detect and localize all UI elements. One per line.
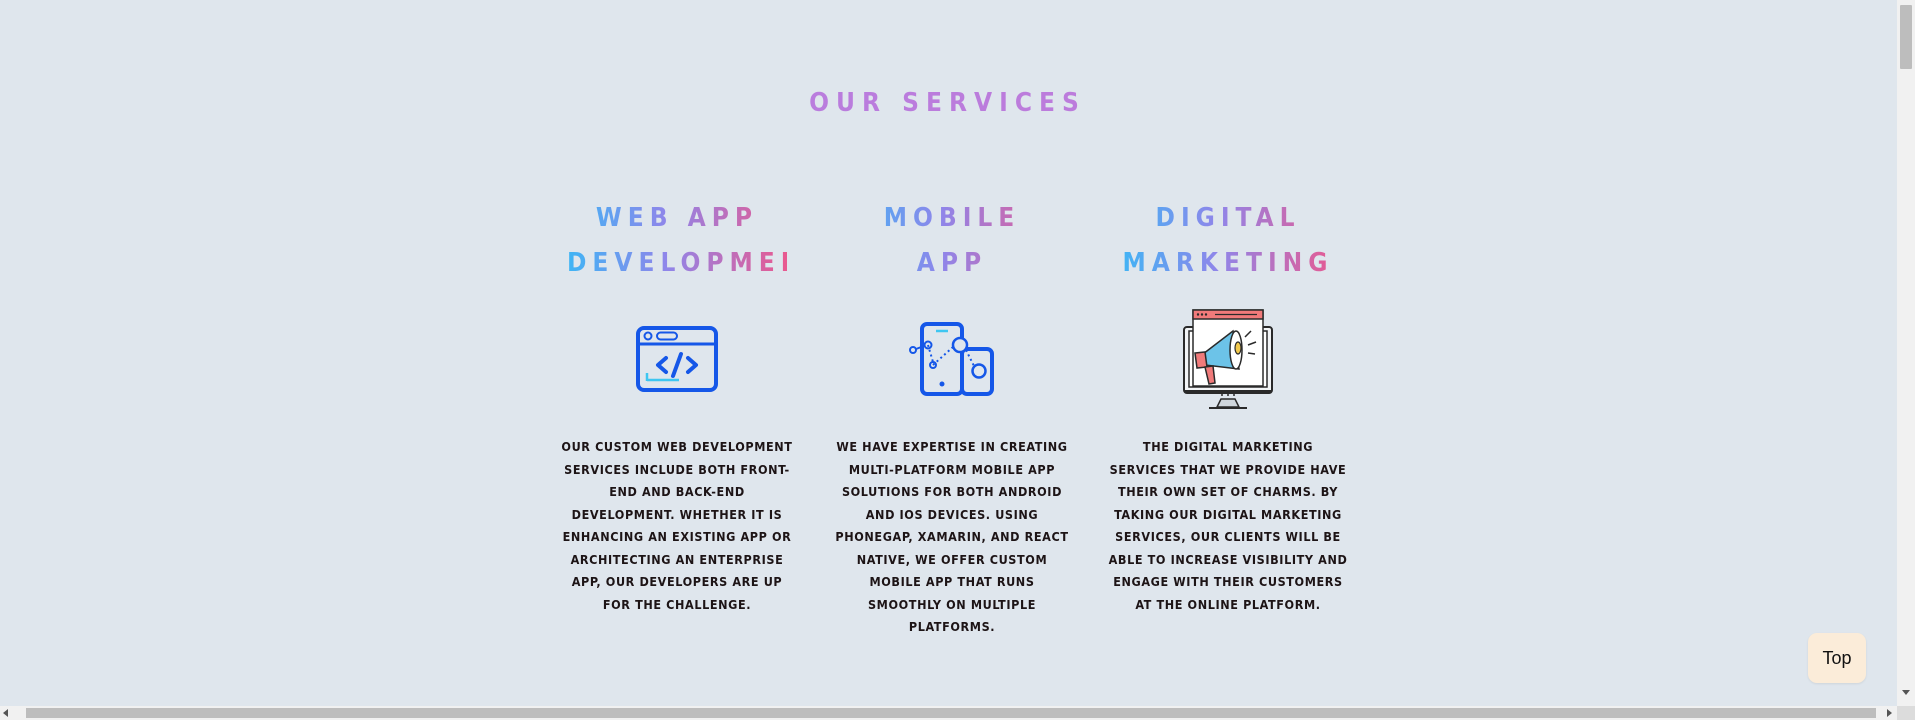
section-title: OUR SERVICES <box>0 88 1895 118</box>
scroll-down-arrow-icon[interactable] <box>1902 690 1910 695</box>
service-description: The digital marketing services that we p… <box>1108 439 1348 612</box>
service-heading-line1: MOBILE APP <box>883 203 1021 278</box>
horizontal-scrollbar-thumb[interactable] <box>26 708 1876 718</box>
service-description: We have expertise in creating multi-plat… <box>835 439 1069 634</box>
service-description: Our custom web development services incl… <box>561 439 793 612</box>
service-heading-line1: WEB APP <box>595 203 759 233</box>
horizontal-scrollbar[interactable] <box>0 706 1897 720</box>
service-heading-line1: DIGITAL <box>1155 203 1301 233</box>
mobile-devices-icon <box>908 321 996 402</box>
service-card-web-app: WEB APP DEVELOPMENT Our custom web devel… <box>557 196 797 616</box>
service-card-digital-marketing: DIGITAL MARKETING THE DIGITAL MARKETING … <box>1108 196 1348 616</box>
vertical-scrollbar[interactable] <box>1897 0 1915 706</box>
service-heading: MOBILE APP DEVELOPMENT <box>842 196 1062 286</box>
vertical-scrollbar-thumb[interactable] <box>1900 5 1912 69</box>
service-heading-line2: DEVELOPMENT <box>567 248 829 278</box>
code-window-icon <box>635 325 719 398</box>
scroll-right-arrow-icon[interactable] <box>1887 709 1892 717</box>
scroll-left-arrow-icon[interactable] <box>3 709 8 717</box>
service-heading: WEB APP DEVELOPMENT <box>567 196 787 286</box>
service-card-mobile-app: MOBILE APP DEVELOPMENT WE HAVE EXPERTISE… <box>832 196 1072 639</box>
service-heading-line2: MARKETING <box>1122 248 1334 278</box>
megaphone-monitor-icon <box>1181 307 1275 416</box>
service-heading: DIGITAL MARKETING <box>1118 196 1338 286</box>
scrollbar-corner <box>1897 706 1915 720</box>
page: OUR SERVICES WEB APP DEVELOPMENT OUR CUS… <box>0 0 1915 720</box>
back-to-top-button[interactable]: Top <box>1808 633 1866 683</box>
